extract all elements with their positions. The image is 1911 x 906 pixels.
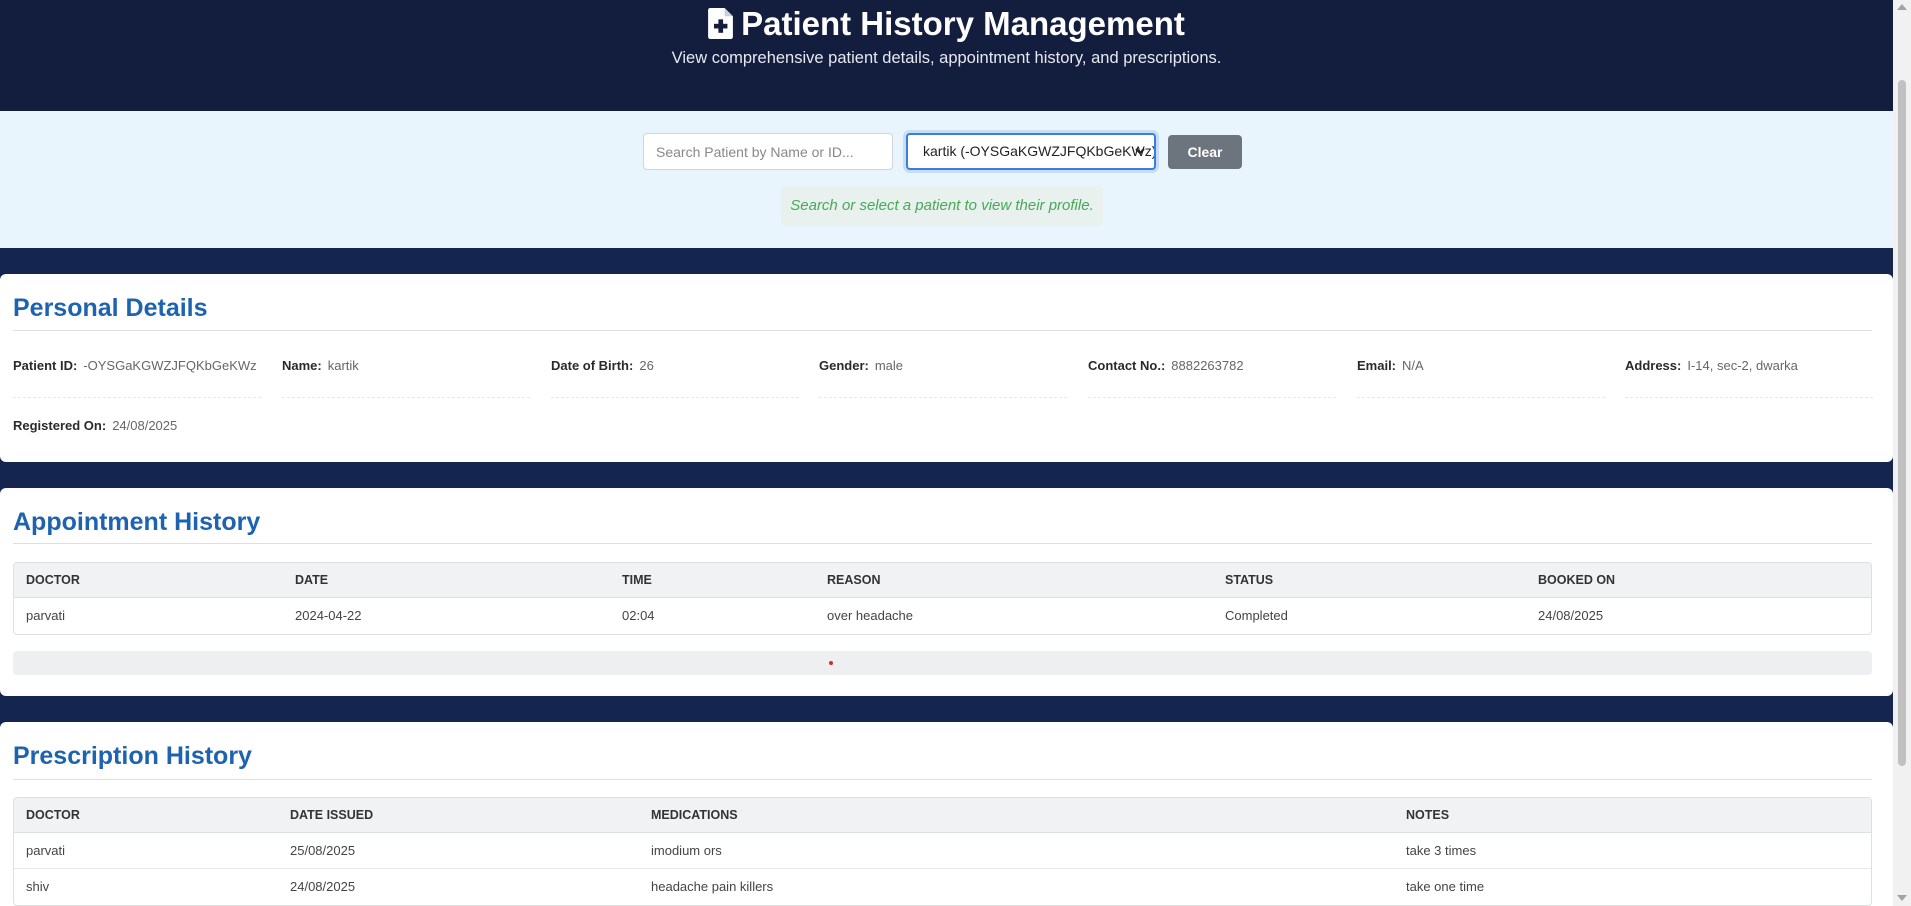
appointment-history-title: Appointment History	[13, 508, 261, 536]
field-label: Registered On:	[13, 418, 107, 433]
page: Patient History Management View comprehe…	[0, 0, 1893, 906]
field-gender: Gender: male	[819, 358, 1067, 398]
column-header: REASON	[827, 573, 881, 587]
table-cell: 25/08/2025	[290, 843, 356, 858]
table-cell: take one time	[1406, 879, 1485, 894]
field-email: Email: N/A	[1357, 358, 1605, 398]
field-contact-no: Contact No.: 8882263782	[1088, 358, 1336, 398]
field-label: Address:	[1625, 358, 1682, 373]
table-cell: 24/08/2025	[290, 879, 356, 894]
table-cell: 2024-04-22	[295, 608, 362, 623]
search-hint: Search or select a patient to view their…	[781, 186, 1103, 226]
patient-select[interactable]: kartik (-OYSGaKGWZJFQKbGeKWz)	[906, 133, 1156, 170]
table-cell: over headache	[827, 608, 914, 623]
scroll-down-icon[interactable]	[1897, 895, 1907, 901]
file-medical-icon	[708, 8, 734, 39]
field-value: 24/08/2025	[112, 418, 178, 433]
table-cell: Completed	[1225, 608, 1288, 623]
personal-details-card: Personal Details Patient ID: -OYSGaKGWZJF…	[0, 274, 1893, 462]
page-title-text: Patient History Management	[741, 5, 1185, 42]
patient-select-value: kartik (-OYSGaKGWZJFQKbGeKWz)	[923, 143, 1156, 159]
table-cell: imodium ors	[651, 843, 722, 858]
column-header: STATUS	[1225, 573, 1274, 587]
chevron-down-icon	[1135, 148, 1145, 155]
column-header: BOOKED ON	[1538, 573, 1616, 587]
pagination-bar	[13, 651, 1872, 675]
field-value: -OYSGaKGWZJFQKbGeKWz	[83, 358, 257, 373]
field-label: Name:	[282, 358, 322, 373]
field-name: Name: kartik	[282, 358, 530, 398]
table-row: shiv 24/08/2025 headache pain killers ta…	[14, 869, 1871, 905]
table-cell: shiv	[26, 879, 50, 894]
column-header: DOCTOR	[26, 573, 80, 587]
field-patient-id: Patient ID: -OYSGaKGWZJFQKbGeKWz	[13, 358, 261, 398]
page-title: Patient History Management	[0, 4, 1893, 44]
field-date-of-birth: Date of Birth: 26	[551, 358, 799, 398]
table-cell: headache pain killers	[651, 879, 774, 894]
field-value: 26	[639, 358, 654, 373]
field-value: N/A	[1402, 358, 1424, 373]
appointment-table: DOCTOR DATE TIME REASON STATUS BOOKED ON…	[13, 562, 1872, 635]
field-label: Patient ID:	[13, 358, 78, 373]
column-header: MEDICATIONS	[651, 808, 738, 822]
table-cell: 24/08/2025	[1538, 608, 1604, 623]
search-panel: kartik (-OYSGaKGWZJFQKbGeKWz) Clear Sear…	[0, 111, 1893, 248]
table-row: parvati 2024-04-22 02:04 over headache C…	[14, 598, 1871, 634]
divider	[13, 330, 1872, 331]
field-address: Address: I-14, sec-2, dwarka	[1625, 358, 1873, 398]
field-label: Contact No.:	[1088, 358, 1166, 373]
divider	[13, 779, 1872, 780]
field-label: Gender:	[819, 358, 869, 373]
field-value: I-14, sec-2, dwarka	[1687, 358, 1798, 373]
table-row: parvati 25/08/2025 imodium ors take 3 ti…	[14, 833, 1871, 869]
table-cell: parvati	[26, 608, 66, 623]
vertical-scrollbar[interactable]	[1893, 0, 1911, 906]
appointment-history-card: Appointment History DOCTOR DATE TIME REA…	[0, 488, 1893, 696]
column-header: DATE ISSUED	[290, 808, 374, 822]
table-cell: take 3 times	[1406, 843, 1477, 858]
search-input[interactable]	[643, 133, 893, 170]
field-value: 8882263782	[1171, 358, 1244, 373]
indicator-dot	[829, 661, 833, 665]
divider	[13, 543, 1872, 544]
prescription-history-title: Prescription History	[13, 742, 252, 770]
column-header: DATE	[295, 573, 329, 587]
table-cell: parvati	[26, 843, 66, 858]
scrollbar-thumb[interactable]	[1898, 80, 1906, 766]
column-header: NOTES	[1406, 808, 1450, 822]
field-label: Date of Birth:	[551, 358, 634, 373]
personal-details-title: Personal Details	[13, 294, 208, 322]
page-subtitle: View comprehensive patient details, appo…	[671, 49, 1222, 67]
column-header: DOCTOR	[26, 808, 80, 822]
scroll-up-icon[interactable]	[1897, 4, 1907, 10]
prescription-history-card: Prescription History DOCTOR DATE ISSUED …	[0, 722, 1893, 906]
table-header: DOCTOR DATE ISSUED MEDICATIONS NOTES	[14, 798, 1871, 833]
field-value: kartik	[327, 358, 359, 373]
table-header: DOCTOR DATE TIME REASON STATUS BOOKED ON	[14, 563, 1871, 598]
field-registered-on: Registered On: 24/08/2025	[13, 418, 261, 438]
prescription-table: DOCTOR DATE ISSUED MEDICATIONS NOTES par…	[13, 797, 1872, 906]
clear-button[interactable]: Clear	[1168, 135, 1242, 169]
field-label: Email:	[1357, 358, 1397, 373]
page-header: Patient History Management View comprehe…	[0, 0, 1893, 111]
table-cell: 02:04	[622, 608, 655, 623]
column-header: TIME	[622, 573, 652, 587]
field-value: male	[874, 358, 904, 373]
